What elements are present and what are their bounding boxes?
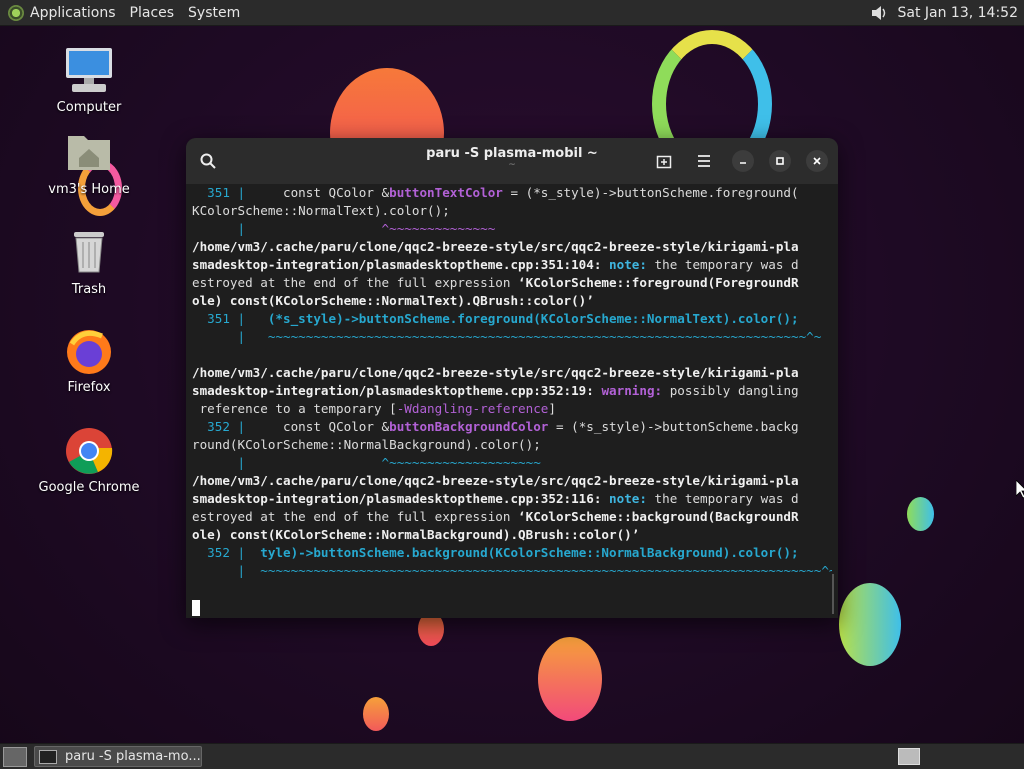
new-tab-icon[interactable] xyxy=(650,147,678,175)
terminal-line: 351 | (*s_style)->buttonScheme.foregroun… xyxy=(192,311,799,326)
workspace-switcher[interactable] xyxy=(898,748,920,765)
search-icon[interactable] xyxy=(194,147,222,175)
volume-icon[interactable] xyxy=(870,4,888,22)
desktop-icon-chrome[interactable]: Google Chrome xyxy=(34,426,144,495)
terminal-line: ole) const(KColorScheme::NormalBackgroun… xyxy=(192,527,640,542)
terminal-line: | ^~~~~~~~~~~~~~~~~~~~~ xyxy=(192,455,541,470)
terminal-line: | ~~~~~~~~~~~~~~~~~~~~~~~~~~~~~~~~~~~~~~… xyxy=(192,563,832,578)
terminal-line: | ~~~~~~~~~~~~~~~~~~~~~~~~~~~~~~~~~~~~~~… xyxy=(192,329,822,344)
terminal-scrollbar[interactable] xyxy=(832,574,834,614)
desktop-icon-label: Google Chrome xyxy=(38,480,140,495)
terminal-line: 352 | const QColor &buttonBackgroundColo… xyxy=(192,419,799,434)
close-icon[interactable] xyxy=(806,150,828,172)
terminal-line: smadesktop-integration/plasmadesktopthem… xyxy=(192,257,799,272)
terminal-task-icon xyxy=(39,749,57,764)
trash-icon xyxy=(64,228,114,278)
mouse-pointer-icon xyxy=(1016,480,1024,498)
desktop-icon-label: Trash xyxy=(71,282,107,297)
desktop-icon-firefox[interactable]: Firefox xyxy=(34,326,144,395)
terminal-window[interactable]: paru -S plasma-mobil ~ ~ 351 | const QCo… xyxy=(186,138,838,618)
terminal-line: estroyed at the end of the full expressi… xyxy=(192,275,799,290)
terminal-line: round(KColorScheme::NormalBackground).co… xyxy=(192,437,541,452)
terminal-prompt-line[interactable] xyxy=(192,598,832,616)
distro-logo-icon[interactable] xyxy=(8,4,24,21)
terminal-line: /home/vm3/.cache/paru/clone/qqc2-breeze-… xyxy=(192,239,799,254)
wallpaper-blob xyxy=(538,637,602,721)
terminal-line: estroyed at the end of the full expressi… xyxy=(192,509,799,524)
terminal-line: ole) const(KColorScheme::NormalText).QBr… xyxy=(192,293,594,308)
maximize-icon[interactable] xyxy=(769,150,791,172)
terminal-line: | ^~~~~~~~~~~~~~~ xyxy=(192,221,496,236)
show-desktop-icon[interactable] xyxy=(3,747,27,767)
terminal-line: reference to a temporary [-Wdangling-ref… xyxy=(192,401,556,416)
wallpaper-blob xyxy=(363,697,389,731)
desktop-icon-label: Computer xyxy=(56,100,122,115)
clock[interactable]: Sat Jan 13, 14:52 xyxy=(898,5,1019,21)
top-panel: Applications Places System Sat Jan 13, 1… xyxy=(0,0,1024,26)
taskbar-item-label: paru -S plasma-mo... xyxy=(65,749,201,764)
desktop-icon-computer[interactable]: Computer xyxy=(34,46,144,115)
menu-applications[interactable]: Applications xyxy=(30,5,116,21)
desktop-icon-label: vm3's Home xyxy=(48,182,130,197)
terminal-line: KColorScheme::NormalText).color(); xyxy=(192,203,450,218)
desktop-icon-trash[interactable]: Trash xyxy=(34,228,144,297)
terminal-line: smadesktop-integration/plasmadesktopthem… xyxy=(192,491,799,506)
minimize-icon[interactable] xyxy=(732,150,754,172)
terminal-line: 351 | const QColor &buttonTextColor = (*… xyxy=(192,185,799,200)
chrome-icon xyxy=(64,426,114,476)
desktop-icon-home[interactable]: vm3's Home xyxy=(34,128,144,197)
wallpaper-blob xyxy=(839,583,901,666)
terminal-line: /home/vm3/.cache/paru/clone/qqc2-breeze-… xyxy=(192,365,799,380)
firefox-icon xyxy=(64,326,114,376)
bottom-panel: paru -S plasma-mo... xyxy=(0,743,1024,769)
taskbar-item-terminal[interactable]: paru -S plasma-mo... xyxy=(34,746,202,767)
terminal-line: /home/vm3/.cache/paru/clone/qqc2-breeze-… xyxy=(192,473,799,488)
text-cursor xyxy=(192,599,200,616)
computer-icon xyxy=(64,46,114,96)
desktop-icon-label: Firefox xyxy=(67,380,111,395)
terminal-output[interactable]: 351 | const QColor &buttonTextColor = (*… xyxy=(186,184,838,618)
hamburger-menu-icon[interactable] xyxy=(690,147,718,175)
terminal-line: smadesktop-integration/plasmadesktopthem… xyxy=(192,383,799,398)
wallpaper-blob xyxy=(907,497,934,531)
menu-places[interactable]: Places xyxy=(130,5,175,21)
terminal-titlebar[interactable]: paru -S plasma-mobil ~ ~ xyxy=(186,138,838,184)
home-folder-icon xyxy=(64,128,114,178)
terminal-line: 352 | tyle)->buttonScheme.background(KCo… xyxy=(192,545,799,560)
menu-system[interactable]: System xyxy=(188,5,240,21)
